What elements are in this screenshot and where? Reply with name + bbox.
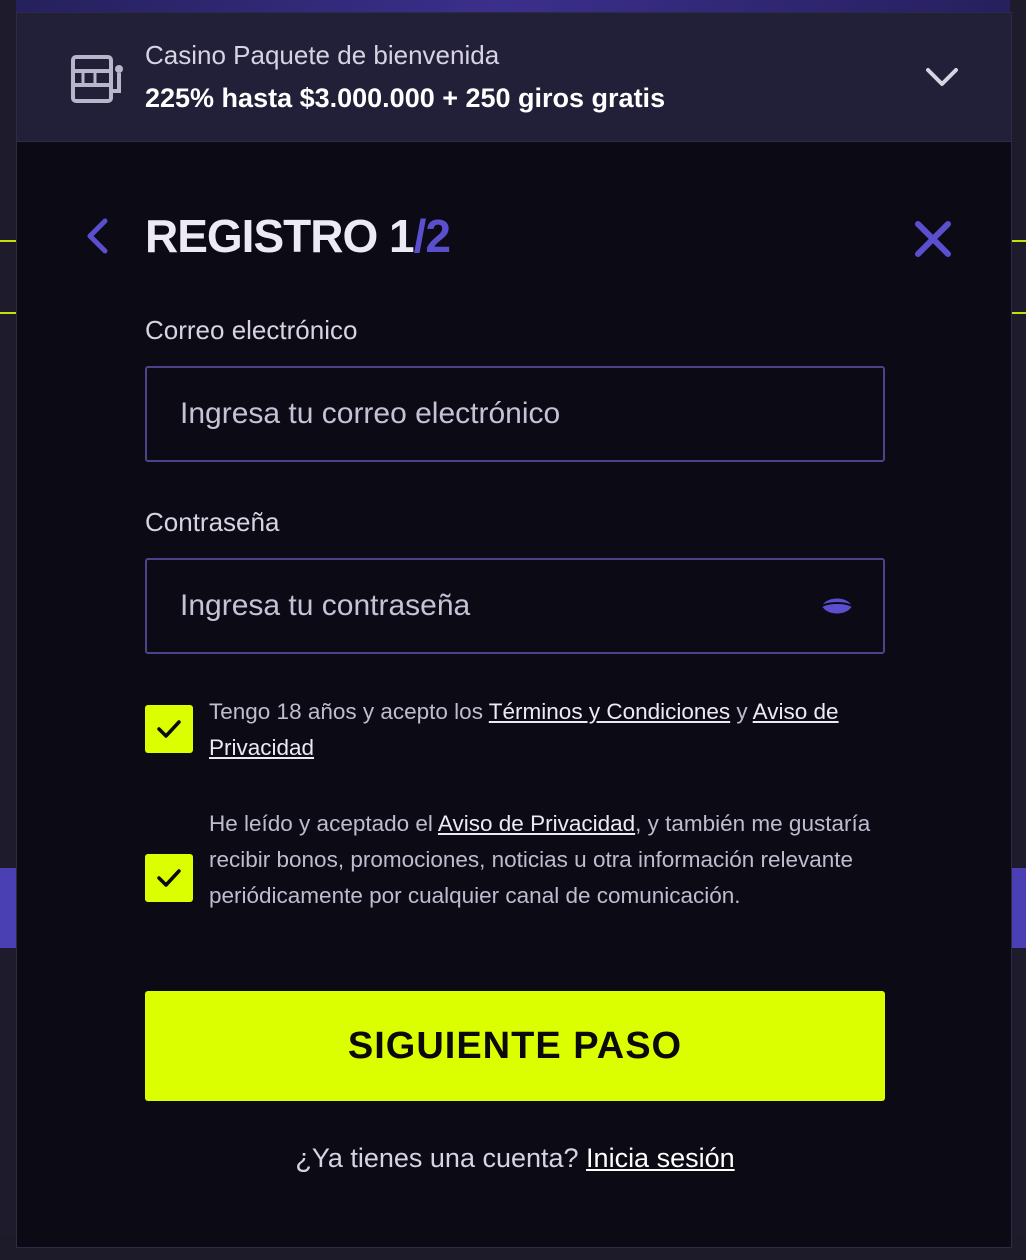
login-prompt: ¿Ya tienes una cuenta? Inicia sesión	[17, 1143, 1013, 1174]
password-label: Contraseña	[145, 507, 280, 537]
terms-prefix: Tengo 18 años y acepto los	[209, 699, 489, 724]
login-link[interactable]: Inicia sesión	[586, 1143, 735, 1173]
close-icon[interactable]	[913, 219, 953, 259]
password-field[interactable]: Ingresa tu contraseña	[145, 558, 885, 654]
marketing-prefix: He leído y aceptado el	[209, 811, 438, 836]
marketing-consent-text: He leído y aceptado el Aviso de Privacid…	[209, 806, 889, 914]
email-placeholder: Ingresa tu correo electrónico	[180, 397, 561, 430]
backdrop-divider	[0, 312, 16, 314]
next-step-button[interactable]: SIGUIENTE PASO	[145, 991, 885, 1101]
modal-header: REGISTRO 1/2	[17, 209, 1013, 265]
promo-subtitle: Casino Paquete de bienvenida	[145, 40, 500, 70]
chevron-down-icon[interactable]	[925, 65, 959, 89]
email-label: Correo electrónico	[145, 315, 358, 345]
password-placeholder: Ingresa tu contraseña	[180, 589, 471, 622]
backdrop-divider	[1012, 240, 1026, 242]
welcome-package-banner[interactable]: Casino Paquete de bienvenida 225% hasta …	[17, 13, 1011, 142]
email-field[interactable]: Ingresa tu correo electrónico	[145, 366, 885, 462]
step-total: 2	[425, 210, 451, 262]
terms-middle: y	[730, 699, 753, 724]
slot-machine-icon	[71, 55, 123, 103]
backdrop-divider	[1012, 312, 1026, 314]
backdrop-banner	[0, 868, 16, 948]
backdrop-divider	[0, 240, 16, 242]
checkmark-icon	[157, 869, 181, 887]
login-question: ¿Ya tienes una cuenta?	[295, 1143, 587, 1173]
page-title: REGISTRO 1/2	[145, 209, 451, 263]
promo-headline: 225% hasta $3.000.000 + 250 giros gratis	[145, 83, 666, 113]
checkmark-icon	[157, 720, 181, 738]
terms-link[interactable]: Términos y Condiciones	[489, 699, 730, 724]
terms-consent-text: Tengo 18 años y acepto los Términos y Co…	[209, 694, 889, 766]
marketing-checkbox[interactable]	[145, 854, 193, 902]
backdrop-left-column	[0, 0, 16, 1260]
eye-icon[interactable]	[819, 590, 855, 622]
backdrop-right-column	[1010, 0, 1026, 1260]
chevron-left-icon[interactable]	[83, 217, 111, 255]
title-text: REGISTRO	[145, 210, 378, 262]
registration-modal: Casino Paquete de bienvenida 225% hasta …	[16, 12, 1012, 1248]
step-current: 1	[389, 210, 415, 262]
backdrop-banner	[1012, 868, 1026, 948]
step-separator: /	[413, 210, 427, 262]
privacy-link[interactable]: Aviso de Privacidad	[438, 811, 635, 836]
terms-checkbox[interactable]	[145, 705, 193, 753]
